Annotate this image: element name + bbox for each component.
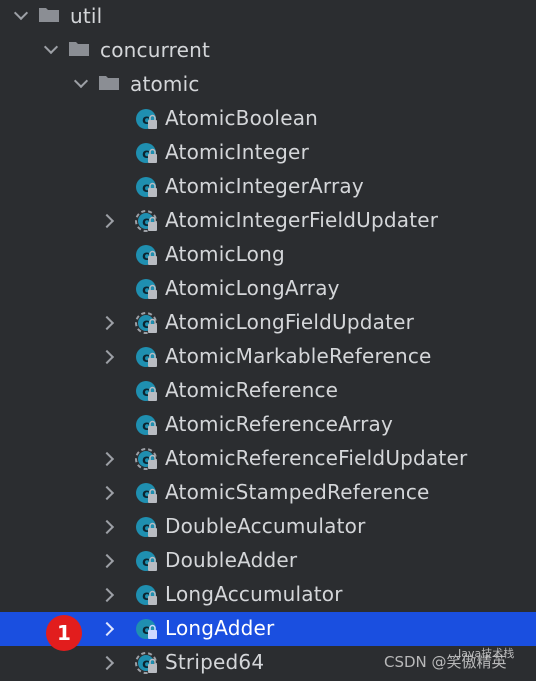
tree-item-label: AtomicIntegerFieldUpdater xyxy=(165,208,439,232)
tree-item-label: AtomicStampedReference xyxy=(165,480,430,504)
tree-item-atomic-reference[interactable]: c AtomicReference xyxy=(0,374,536,408)
class-icon: c xyxy=(134,651,158,675)
tree-folder-label: util xyxy=(70,4,103,28)
chevron-right-icon[interactable] xyxy=(99,349,115,365)
folder-icon xyxy=(38,4,60,22)
tree-item-atomic-long-array[interactable]: c AtomicLongArray xyxy=(0,272,536,306)
class-icon: c xyxy=(134,515,158,539)
tree-item-atomic-markable-reference[interactable]: c AtomicMarkableReference xyxy=(0,340,536,374)
tree-item-double-adder[interactable]: c DoubleAdder xyxy=(0,544,536,578)
chevron-right-icon[interactable] xyxy=(99,587,115,603)
chevron-down-icon[interactable] xyxy=(13,5,29,21)
class-icon: c xyxy=(134,243,158,267)
chevron-right-icon[interactable] xyxy=(99,451,115,467)
tree-folder-util[interactable]: util xyxy=(0,0,536,34)
tree-item-label: LongAccumulator xyxy=(165,582,343,606)
tree-item-label: LongAdder xyxy=(165,616,275,640)
chevron-right-icon[interactable] xyxy=(99,655,115,671)
tree-item-long-accumulator[interactable]: c LongAccumulator xyxy=(0,578,536,612)
tree-item-atomic-reference-field-updater[interactable]: c AtomicReferenceFieldUpdater xyxy=(0,442,536,476)
tree-item-label: Striped64 xyxy=(165,650,265,674)
class-icon: c xyxy=(134,481,158,505)
project-tree: util concurrent atomic c AtomicBoolean c Atomi… xyxy=(0,0,536,680)
tree-item-label: AtomicReferenceArray xyxy=(165,412,394,436)
tree-item-label: DoubleAccumulator xyxy=(165,514,366,538)
class-icon: c xyxy=(134,413,158,437)
tree-item-label: AtomicReference xyxy=(165,378,339,402)
tree-item-atomic-reference-array[interactable]: c AtomicReferenceArray xyxy=(0,408,536,442)
tree-item-double-accumulator[interactable]: c DoubleAccumulator xyxy=(0,510,536,544)
tree-item-label: AtomicInteger xyxy=(165,140,309,164)
class-icon: c xyxy=(134,617,158,641)
tree-item-label: AtomicIntegerArray xyxy=(165,174,364,198)
tree-folder-label: atomic xyxy=(130,72,200,96)
chevron-right-icon[interactable] xyxy=(99,485,115,501)
class-icon: c xyxy=(134,107,158,131)
tree-item-atomic-boolean[interactable]: c AtomicBoolean xyxy=(0,102,536,136)
tree-folder-concurrent[interactable]: concurrent xyxy=(0,34,536,68)
chevron-right-icon[interactable] xyxy=(99,315,115,331)
tree-folder-label: concurrent xyxy=(100,38,211,62)
chevron-right-icon[interactable] xyxy=(99,553,115,569)
class-icon: c xyxy=(134,379,158,403)
tree-item-atomic-integer[interactable]: c AtomicInteger xyxy=(0,136,536,170)
tree-item-label: AtomicReferenceFieldUpdater xyxy=(165,446,468,470)
tree-item-label: DoubleAdder xyxy=(165,548,298,572)
tree-item-atomic-stamped-reference[interactable]: c AtomicStampedReference xyxy=(0,476,536,510)
chevron-right-icon[interactable] xyxy=(99,519,115,535)
tree-item-atomic-long[interactable]: c AtomicLong xyxy=(0,238,536,272)
class-icon: c xyxy=(134,209,158,233)
watermark-text: CSDN @笑傲精英 xyxy=(384,653,507,671)
class-icon: c xyxy=(134,311,158,335)
tree-folder-atomic[interactable]: atomic xyxy=(0,68,536,102)
class-icon: c xyxy=(134,277,158,301)
chevron-right-icon[interactable] xyxy=(99,621,115,637)
tree-item-label: AtomicMarkableReference xyxy=(165,344,432,368)
tree-item-label: AtomicBoolean xyxy=(165,106,319,130)
chevron-right-icon[interactable] xyxy=(99,213,115,229)
step-marker-badge: 1 xyxy=(46,615,82,651)
class-icon: c xyxy=(134,175,158,199)
folder-icon xyxy=(98,72,120,90)
class-icon: c xyxy=(134,141,158,165)
class-icon: c xyxy=(134,549,158,573)
class-icon: c xyxy=(134,583,158,607)
chevron-down-icon[interactable] xyxy=(43,39,59,55)
tree-item-label: AtomicLong xyxy=(165,242,285,266)
tree-item-atomic-long-field-updater[interactable]: c AtomicLongFieldUpdater xyxy=(0,306,536,340)
tree-item-atomic-integer-array[interactable]: c AtomicIntegerArray xyxy=(0,170,536,204)
tree-item-label: AtomicLongFieldUpdater xyxy=(165,310,415,334)
folder-icon xyxy=(68,38,90,56)
tree-item-atomic-integer-field-updater[interactable]: c AtomicIntegerFieldUpdater xyxy=(0,204,536,238)
class-icon: c xyxy=(134,447,158,471)
class-icon: c xyxy=(134,345,158,369)
tree-item-label: AtomicLongArray xyxy=(165,276,340,300)
chevron-down-icon[interactable] xyxy=(73,73,89,89)
